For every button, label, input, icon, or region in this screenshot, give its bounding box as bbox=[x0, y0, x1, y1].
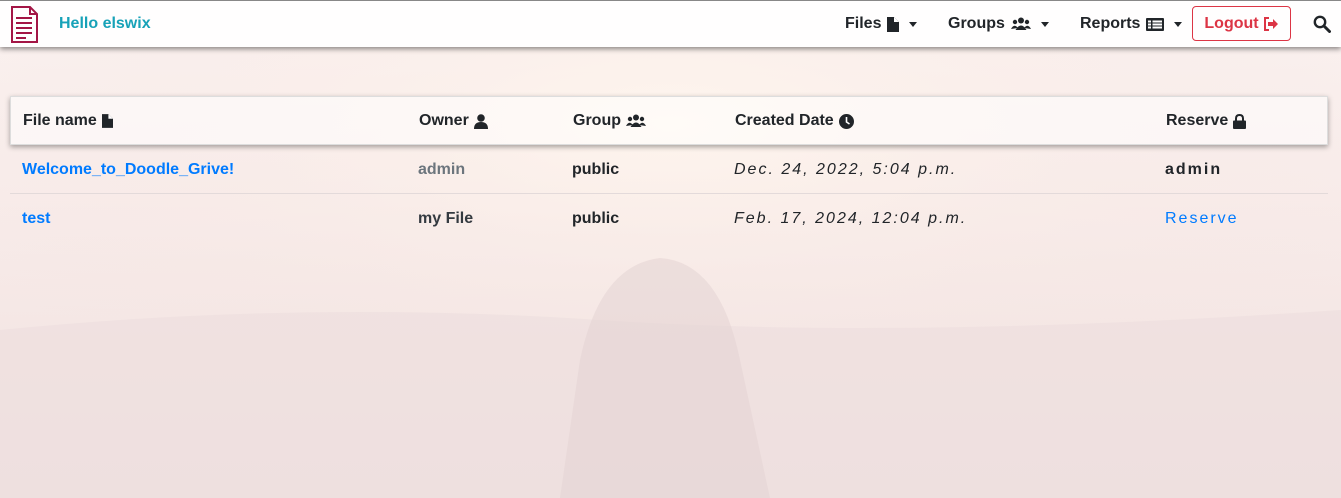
table-row: Welcome_to_Doodle_Grive! admin public De… bbox=[10, 145, 1328, 194]
users-icon bbox=[626, 114, 646, 128]
created-date-cell: Dec. 24, 2022, 5:04 p.m. bbox=[734, 161, 958, 178]
header-group: Group bbox=[573, 112, 646, 130]
header-label: Reserve bbox=[1166, 112, 1229, 129]
greeting-link[interactable]: Hello elswix bbox=[59, 15, 151, 33]
header-label: Owner bbox=[419, 112, 469, 129]
file-icon bbox=[101, 114, 113, 128]
reports-menu-label: Reports bbox=[1080, 15, 1141, 32]
files-menu[interactable]: Files bbox=[845, 15, 918, 33]
file-name-link[interactable]: test bbox=[22, 210, 50, 228]
document-icon[interactable] bbox=[10, 6, 38, 43]
groups-menu-label: Groups bbox=[948, 15, 1005, 32]
files-table: File name Owner Group Created Date Reser… bbox=[10, 96, 1328, 243]
list-icon bbox=[1146, 17, 1165, 31]
header-reserve: Reserve bbox=[1166, 112, 1247, 130]
user-icon bbox=[473, 113, 488, 129]
header-file-name: File name bbox=[23, 112, 113, 130]
top-navbar: Hello elswix Files Groups Reports Logout bbox=[0, 0, 1341, 47]
group-cell: public bbox=[572, 210, 620, 227]
file-name-link[interactable]: Welcome_to_Doodle_Grive! bbox=[22, 161, 234, 179]
table-row: test my File public Feb. 17, 2024, 12:04… bbox=[10, 194, 1328, 243]
chevron-down-icon bbox=[909, 21, 918, 27]
header-created-date: Created Date bbox=[735, 112, 854, 130]
header-label: File name bbox=[23, 112, 97, 129]
files-menu-label: Files bbox=[845, 15, 882, 32]
reserved-by-cell: admin bbox=[1165, 161, 1223, 178]
header-owner: Owner bbox=[419, 112, 488, 130]
sign-out-icon bbox=[1263, 16, 1279, 31]
users-icon bbox=[1010, 17, 1031, 31]
owner-cell: my File bbox=[418, 210, 474, 227]
chevron-down-icon bbox=[1040, 21, 1049, 27]
background-image bbox=[0, 0, 1341, 498]
owner-cell: admin bbox=[418, 161, 466, 178]
chevron-down-icon bbox=[1174, 21, 1183, 27]
clock-icon bbox=[838, 113, 854, 129]
lock-icon bbox=[1233, 113, 1247, 129]
table-header: File name Owner Group Created Date Reser… bbox=[10, 96, 1328, 145]
search-icon[interactable] bbox=[1313, 15, 1331, 33]
file-icon bbox=[887, 16, 900, 32]
reports-menu[interactable]: Reports bbox=[1080, 15, 1183, 33]
reserve-link[interactable]: Reserve bbox=[1165, 210, 1239, 228]
groups-menu[interactable]: Groups bbox=[948, 15, 1049, 33]
header-label: Group bbox=[573, 112, 621, 129]
created-date-cell: Feb. 17, 2024, 12:04 p.m. bbox=[734, 210, 968, 227]
logout-button[interactable]: Logout bbox=[1192, 6, 1291, 41]
header-label: Created Date bbox=[735, 112, 834, 129]
logout-label: Logout bbox=[1204, 14, 1259, 32]
group-cell: public bbox=[572, 161, 620, 178]
